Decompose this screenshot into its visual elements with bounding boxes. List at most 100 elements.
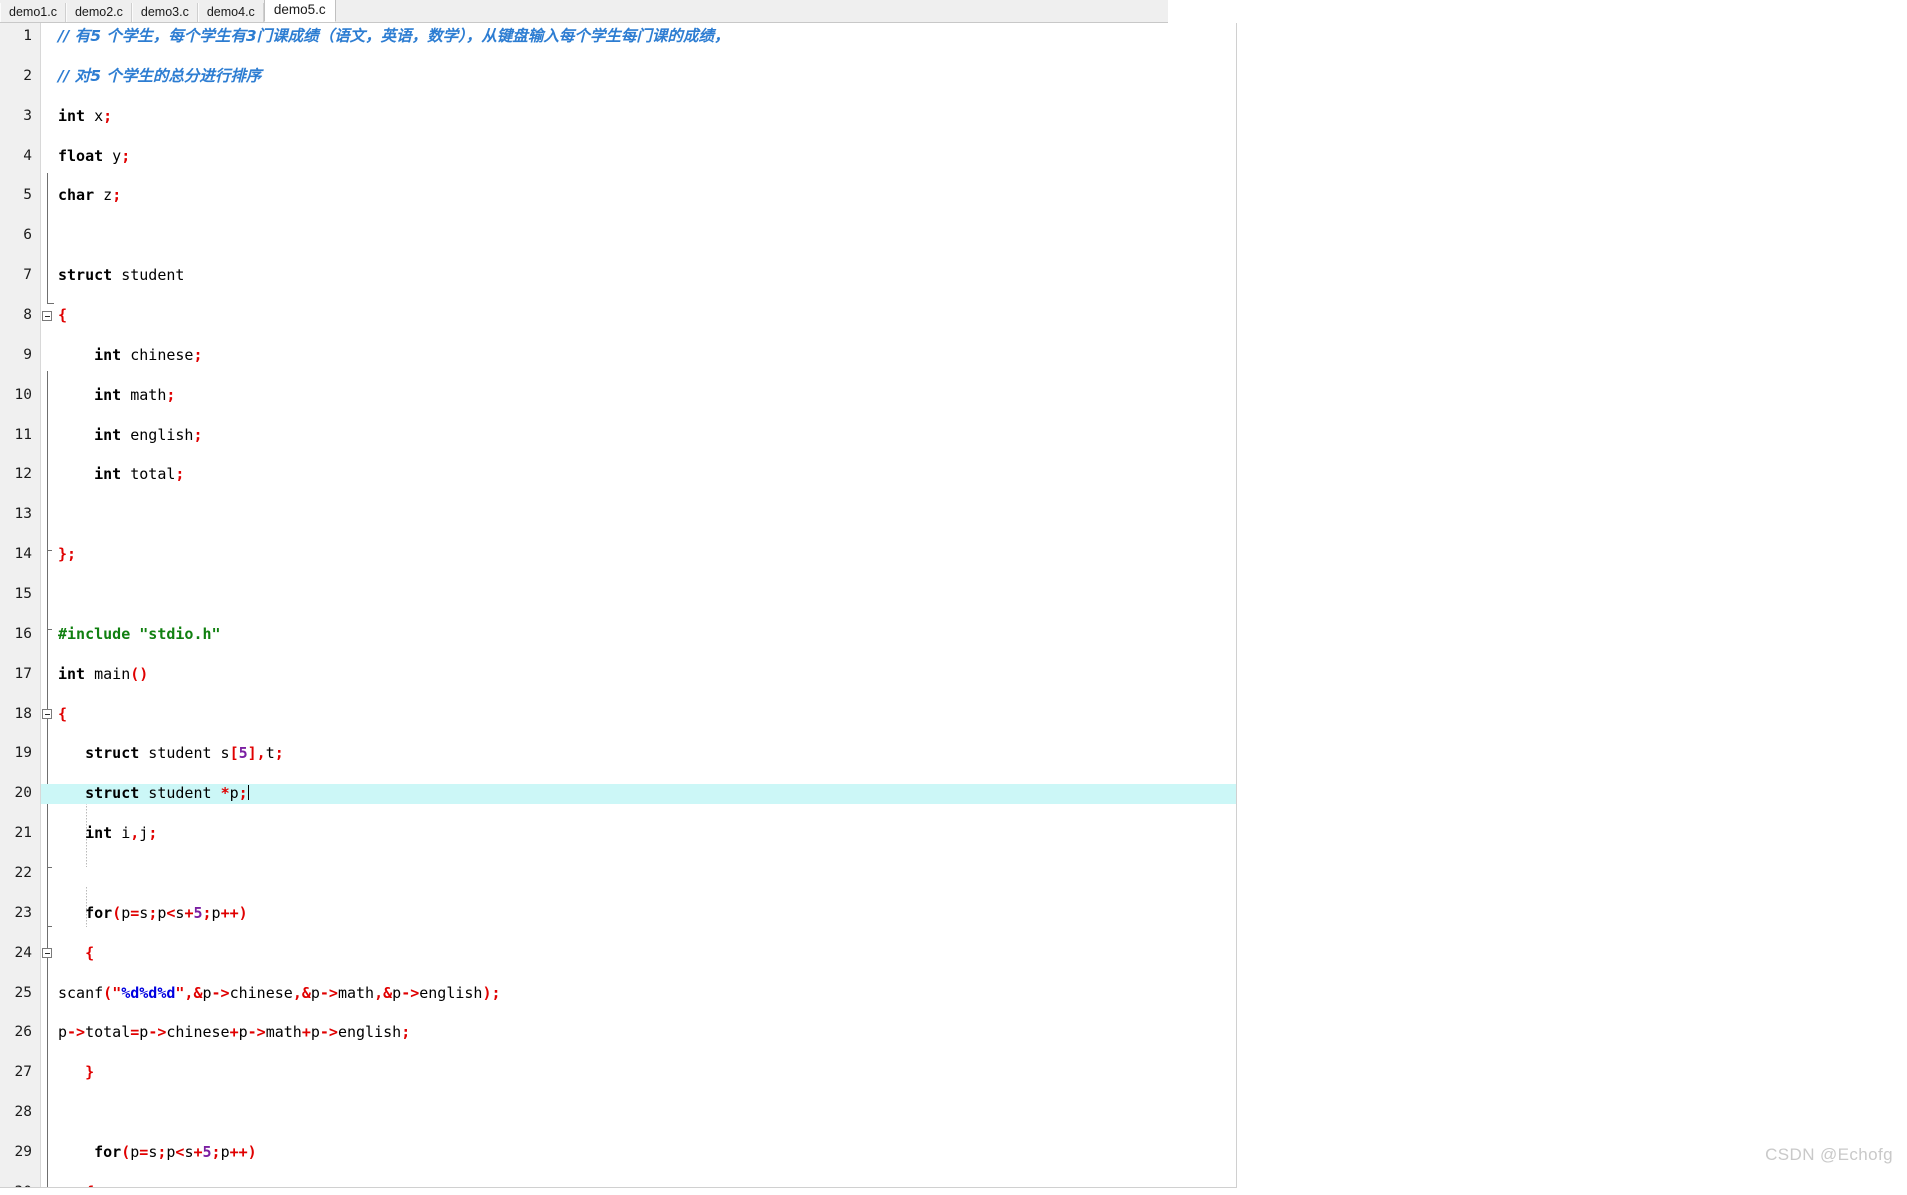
fold-tick-46 xyxy=(47,926,52,927)
code-line[interactable]: 6 xyxy=(0,226,1236,246)
code-line[interactable]: 26 p->total=p->chinese+p->math+p->englis… xyxy=(0,1023,1236,1043)
line-content[interactable]: { xyxy=(58,306,73,326)
line-content[interactable]: { xyxy=(58,944,100,964)
line-content[interactable]: // 对5 个学生的总分进行排序 xyxy=(58,67,267,87)
line-content[interactable]: }; xyxy=(58,545,82,565)
code-line[interactable]: 29 for(p=s;p<s+5;p++) xyxy=(0,1143,1236,1163)
tab-demo4-c[interactable]: demo4.c xyxy=(197,3,264,22)
line-content[interactable]: int math; xyxy=(58,386,181,406)
csdn-watermark: CSDN @Echofg xyxy=(1765,1145,1893,1164)
line-number: 3 xyxy=(23,107,32,124)
line-number: 22 xyxy=(14,865,32,882)
fold-guide-struct xyxy=(47,173,48,303)
code-line[interactable]: 3 int x; xyxy=(0,107,1236,127)
code-line[interactable]: 4 float y; xyxy=(0,147,1236,167)
code-line[interactable]: 5 char z; xyxy=(0,186,1236,206)
line-number: 30 xyxy=(0,1183,32,1187)
line-number: 10 xyxy=(14,386,32,403)
line-content[interactable]: } xyxy=(58,1063,100,1083)
code-line[interactable]: 11 int english; xyxy=(0,426,1236,446)
line-content[interactable]: struct student s[5],t; xyxy=(58,744,290,764)
code-line[interactable]: 17 int main() xyxy=(0,665,1236,685)
line-content[interactable]: struct student xyxy=(58,266,190,286)
line-number: 16 xyxy=(14,625,32,642)
line-content[interactable]: int english; xyxy=(58,426,209,446)
code-line-active[interactable]: 20 struct student *p; xyxy=(0,784,1236,805)
line-number: 28 xyxy=(14,1104,32,1121)
code-line[interactable]: 27 } xyxy=(0,1063,1236,1083)
code-line[interactable]: 10 int math; xyxy=(0,386,1236,406)
line-number: 7 xyxy=(23,267,32,284)
code-line[interactable]: 16 #include "stdio.h" xyxy=(0,625,1236,645)
code-line[interactable]: 23 for(p=s;p<s+5;p++) xyxy=(0,904,1236,924)
fold-tick-43 xyxy=(47,867,52,868)
line-content[interactable]: p->total=p->chinese+p->math+p->english; xyxy=(58,1023,416,1043)
code-line[interactable]: 8 { xyxy=(0,306,1236,326)
line-number: 12 xyxy=(14,466,32,483)
line-number: 9 xyxy=(23,346,32,363)
line-content[interactable]: int chinese; xyxy=(58,346,209,366)
code-line[interactable]: 12 int total; xyxy=(0,465,1236,485)
line-content[interactable]: int x; xyxy=(58,107,118,127)
editor-window: demo1.c demo2.c demo3.c demo4.c demo5.c … xyxy=(0,0,1907,1195)
line-content[interactable]: struct student *p; xyxy=(41,784,1236,805)
tab-demo2-c[interactable]: demo2.c xyxy=(65,3,132,22)
line-number: 6 xyxy=(23,227,32,244)
fold-tick-31 xyxy=(47,629,52,630)
code-line[interactable]: 7 struct student xyxy=(0,266,1236,286)
code-line[interactable]: 2 // 对5 个学生的总分进行排序 xyxy=(0,67,1236,87)
fold-tick-27 xyxy=(47,550,52,551)
code-line[interactable]: 1 // 有5 个学生，每个学生有3门课成绩（语文，英语，数学），从键盘输入每个… xyxy=(0,27,1236,47)
line-number: 15 xyxy=(14,586,32,603)
line-number: 14 xyxy=(14,546,32,563)
code-area[interactable]: 1 // 有5 个学生，每个学生有3门课成绩（语文，英语，数学），从键盘输入每个… xyxy=(0,23,1236,1187)
line-content[interactable]: // 有5 个学生，每个学生有3门课成绩（语文，英语，数学），从键盘输入每个学生… xyxy=(58,27,735,47)
line-content[interactable]: scanf("%d%d%d",&p->chinese,&p->math,&p->… xyxy=(58,984,507,1004)
code-line[interactable]: 9 int chinese; xyxy=(0,346,1236,366)
line-content[interactable]: int i,j; xyxy=(58,824,163,844)
line-number: 18 xyxy=(14,705,32,722)
fold-toggle-icon[interactable] xyxy=(42,948,53,959)
code-line[interactable]: 14 }; xyxy=(0,545,1236,565)
code-line[interactable]: 24 { xyxy=(0,944,1236,964)
code-line[interactable]: 28 xyxy=(0,1103,1236,1123)
code-line[interactable]: 30 { xyxy=(0,1183,1236,1188)
code-line[interactable]: 21 int i,j; xyxy=(0,824,1236,844)
fold-toggle-icon[interactable] xyxy=(42,310,53,322)
line-number: 11 xyxy=(14,426,32,443)
line-content[interactable]: { xyxy=(58,1183,100,1187)
line-content[interactable]: { xyxy=(58,705,73,725)
line-number: 4 xyxy=(23,147,32,164)
text-caret xyxy=(247,785,249,801)
line-content[interactable]: for(p=s;p<s+5;p++) xyxy=(58,1143,263,1163)
fold-guide-main xyxy=(47,371,48,1187)
line-content[interactable]: for(p=s;p<s+5;p++) xyxy=(58,904,254,924)
line-number: 29 xyxy=(14,1144,32,1161)
line-number: 24 xyxy=(14,944,32,961)
code-editor-pane[interactable]: 1 // 有5 个学生，每个学生有3门课成绩（语文，英语，数学），从键盘输入每个… xyxy=(0,23,1237,1188)
line-number: 20 xyxy=(0,784,32,805)
fold-toggle-icon[interactable] xyxy=(42,1187,53,1188)
tab-demo1-c[interactable]: demo1.c xyxy=(0,3,66,22)
line-content[interactable]: int total; xyxy=(58,465,190,485)
line-number: 26 xyxy=(14,1024,32,1041)
line-content[interactable]: #include "stdio.h" xyxy=(58,625,227,645)
code-line[interactable]: 15 xyxy=(0,585,1236,605)
code-line[interactable]: 13 xyxy=(0,505,1236,525)
code-line[interactable]: 19 struct student s[5],t; xyxy=(0,744,1236,764)
line-number: 5 xyxy=(23,187,32,204)
code-line[interactable]: 18 { xyxy=(0,705,1236,725)
tab-bar: demo1.c demo2.c demo3.c demo4.c demo5.c xyxy=(0,0,1168,23)
fold-guide-struct-end xyxy=(47,303,54,304)
code-line[interactable]: 22 xyxy=(0,864,1236,884)
code-line[interactable]: 25 scanf("%d%d%d",&p->chinese,&p->math,&… xyxy=(0,984,1236,1004)
line-content[interactable]: int main() xyxy=(58,665,154,685)
line-number: 2 xyxy=(23,67,32,84)
line-number: 25 xyxy=(14,984,32,1001)
fold-toggle-icon[interactable] xyxy=(42,709,53,720)
line-content[interactable]: char z; xyxy=(58,186,127,206)
line-content[interactable]: float y; xyxy=(58,147,136,167)
line-number: 23 xyxy=(14,904,32,921)
tab-demo3-c[interactable]: demo3.c xyxy=(131,3,198,22)
tab-demo5-c[interactable]: demo5.c xyxy=(263,0,336,22)
